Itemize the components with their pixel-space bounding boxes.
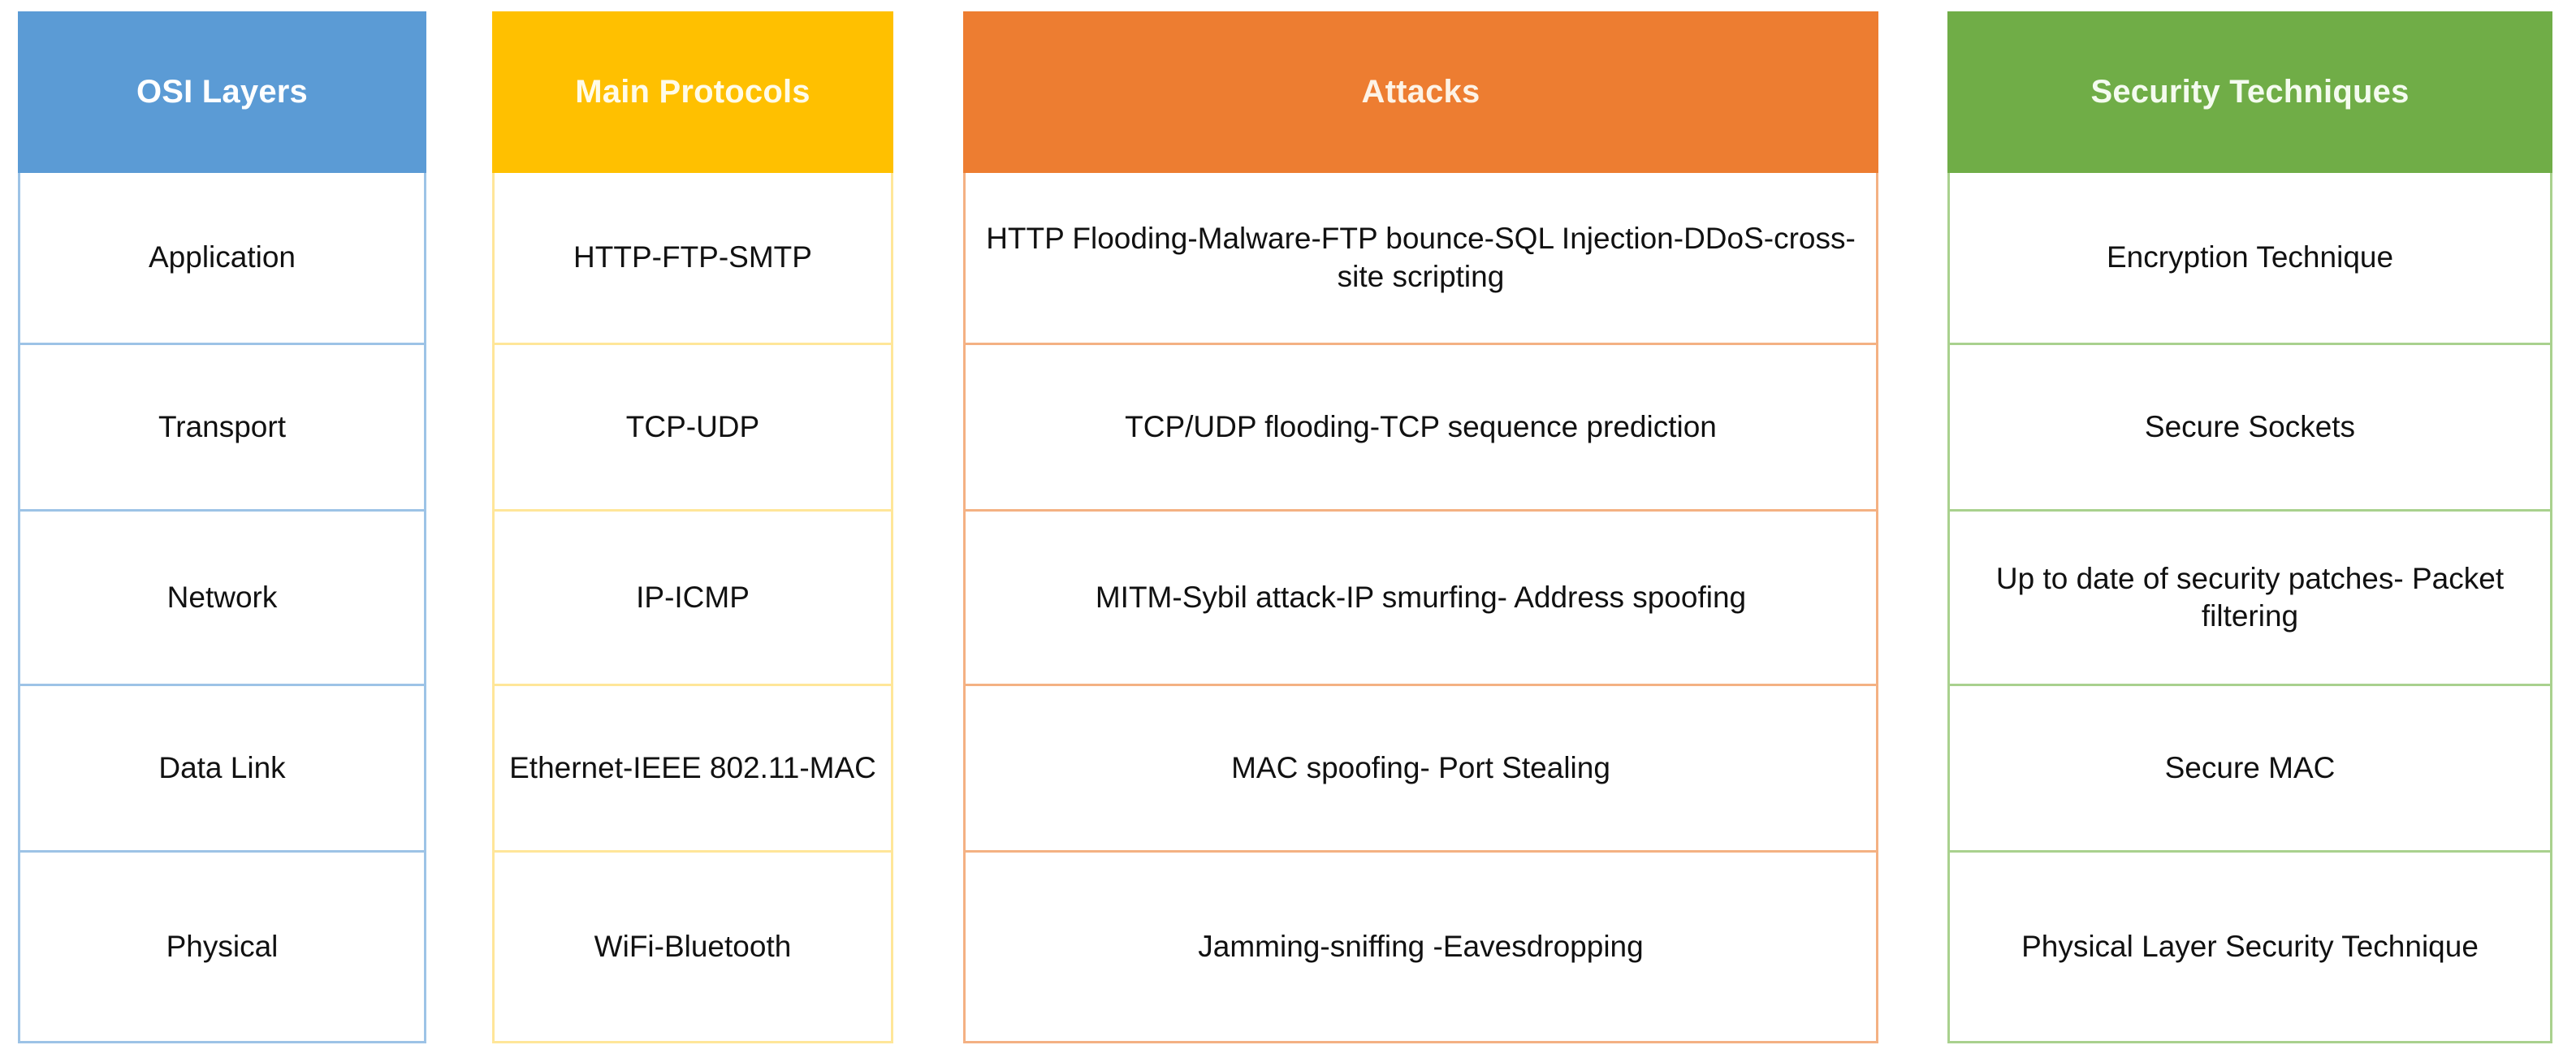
table-cell-security-network: Up to date of security patches- Packet f…	[1950, 512, 2550, 686]
table-cell-attack-transport: TCP/UDP flooding-TCP sequence prediction	[966, 345, 1876, 512]
table-cell-protocol-application: HTTP-FTP-SMTP	[495, 173, 891, 345]
table-cell-osi-data-link: Data Link	[20, 686, 424, 853]
column-osi-layers: OSI Layers Application Transport Network…	[18, 11, 426, 1043]
table-cell-security-physical: Physical Layer Security Technique	[1950, 853, 2550, 1041]
column-body-main-protocols: HTTP-FTP-SMTP TCP-UDP IP-ICMP Ethernet-I…	[492, 173, 893, 1043]
table-cell-attack-application: HTTP Flooding-Malware-FTP bounce-SQL Inj…	[966, 173, 1876, 345]
table-cell-osi-physical: Physical	[20, 853, 424, 1041]
table-cell-osi-transport: Transport	[20, 345, 424, 512]
table-cell-security-data-link: Secure MAC	[1950, 686, 2550, 853]
column-header-main-protocols: Main Protocols	[492, 11, 893, 173]
column-security-techniques: Security Techniques Encryption Technique…	[1947, 11, 2552, 1043]
table-cell-security-transport: Secure Sockets	[1950, 345, 2550, 512]
column-body-osi-layers: Application Transport Network Data Link …	[18, 173, 426, 1043]
osi-security-table: OSI Layers Application Transport Network…	[0, 0, 2576, 1058]
table-cell-security-application: Encryption Technique	[1950, 173, 2550, 345]
table-cell-attack-physical: Jamming-sniffing -Eavesdropping	[966, 853, 1876, 1041]
column-main-protocols: Main Protocols HTTP-FTP-SMTP TCP-UDP IP-…	[492, 11, 893, 1043]
column-header-osi-layers: OSI Layers	[18, 11, 426, 173]
column-body-security-techniques: Encryption Technique Secure Sockets Up t…	[1947, 173, 2552, 1043]
table-cell-protocol-data-link: Ethernet-IEEE 802.11-MAC	[495, 686, 891, 853]
table-cell-protocol-network: IP-ICMP	[495, 512, 891, 686]
table-cell-osi-application: Application	[20, 173, 424, 345]
table-cell-attack-network: MITM-Sybil attack-IP smurfing- Address s…	[966, 512, 1876, 686]
table-cell-attack-data-link: MAC spoofing- Port Stealing	[966, 686, 1876, 853]
table-cell-protocol-transport: TCP-UDP	[495, 345, 891, 512]
column-header-attacks: Attacks	[963, 11, 1878, 173]
column-attacks: Attacks HTTP Flooding-Malware-FTP bounce…	[963, 11, 1878, 1043]
table-cell-osi-network: Network	[20, 512, 424, 686]
table-cell-protocol-physical: WiFi-Bluetooth	[495, 853, 891, 1041]
column-header-security-techniques: Security Techniques	[1947, 11, 2552, 173]
column-body-attacks: HTTP Flooding-Malware-FTP bounce-SQL Inj…	[963, 173, 1878, 1043]
